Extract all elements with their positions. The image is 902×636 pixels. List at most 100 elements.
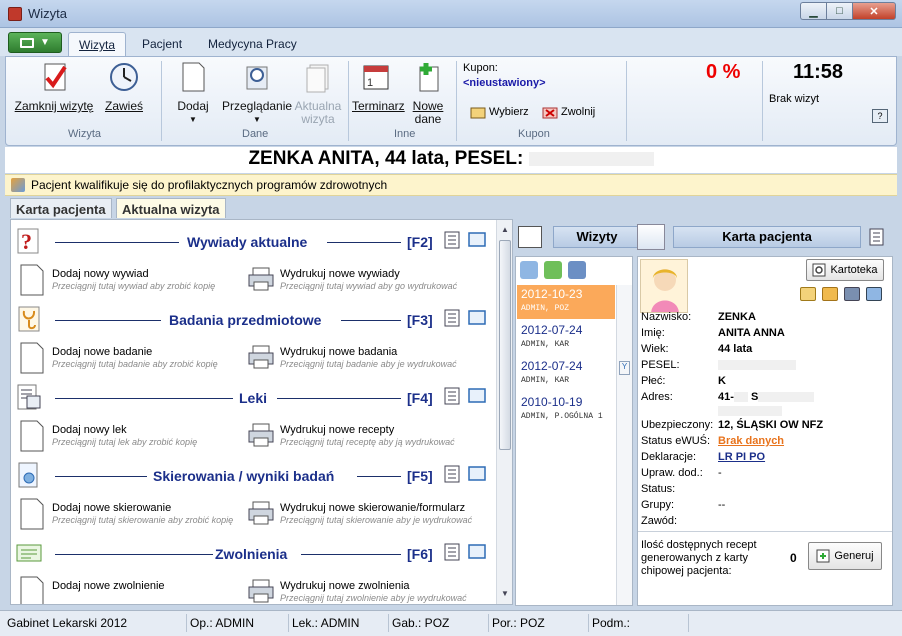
tab-medycyna-pracy[interactable]: Medycyna Pracy	[198, 32, 307, 56]
printer-icon	[248, 579, 274, 603]
users-icon[interactable]	[520, 261, 538, 279]
scroll-down-icon[interactable]: ▼	[497, 586, 512, 602]
window-icon[interactable]	[467, 542, 487, 562]
print-sick-leave[interactable]: Wydrukuj nowe zwolnienia Przeciągnij tut…	[247, 576, 495, 604]
kartoteka-button[interactable]: Kartoteka	[806, 259, 884, 281]
ribbon-tabs: ▼ Wizyta Pacjent Medycyna Pracy	[0, 28, 902, 56]
add-examination[interactable]: Dodaj nowe badanie Przeciągnij tutaj bad…	[19, 342, 239, 376]
browse-button[interactable]: Przeglądanie ▼	[222, 61, 292, 126]
printer-icon	[248, 345, 274, 369]
new-data-button[interactable]: Nowe dane	[408, 61, 448, 126]
coupon-icon	[470, 107, 486, 119]
database-icon[interactable]	[568, 261, 586, 279]
percent-indicator: 0 %	[706, 61, 741, 83]
suspend-visit-button[interactable]: Zawieś	[102, 61, 146, 113]
printer-icon	[248, 501, 274, 525]
status-operator: Op.: ADMIN	[186, 614, 286, 632]
field-upraw: Upraw. dod.:	[641, 467, 703, 479]
tab-karta-pacjenta[interactable]: Karta pacjenta	[10, 198, 112, 218]
document-icon	[20, 576, 44, 604]
list-icon[interactable]	[443, 464, 463, 484]
visits-scrollbar[interactable]: Y	[616, 285, 632, 605]
tab-aktualna-wizyta[interactable]: Aktualna wizyta	[116, 198, 226, 218]
ribbon-separator	[348, 61, 349, 141]
document-icon	[182, 62, 205, 92]
minimize-button[interactable]: ▁	[800, 2, 826, 20]
list-icon[interactable]	[443, 386, 463, 406]
list-icon[interactable]	[443, 308, 463, 328]
card-reader-icon[interactable]	[866, 287, 882, 301]
filter-icon[interactable]: Y	[619, 361, 630, 375]
help-icon[interactable]: ?	[872, 109, 888, 123]
value-deklaracje[interactable]: LR PI PO	[718, 451, 765, 463]
left-scrollbar[interactable]: ▲ ▼	[496, 220, 512, 604]
documents-icon	[306, 64, 329, 93]
print-interview[interactable]: Wydrukuj nowe wywiady Przeciągnij tutaj …	[247, 264, 495, 298]
folder-icon[interactable]	[822, 287, 838, 301]
section-shortcut: [F3]	[407, 312, 433, 328]
tab-wizyta[interactable]: Wizyta	[68, 32, 126, 56]
calendar-button[interactable]: 1 Terminarz	[352, 61, 405, 113]
current-visit-button[interactable]: Aktualna wizyta	[294, 61, 342, 126]
camera-icon[interactable]	[844, 287, 860, 301]
print-examination[interactable]: Wydrukuj nowe badania Przeciągnij tutaj …	[247, 342, 495, 376]
section-title: Wywiady aktualne	[187, 234, 308, 250]
field-grupy: Grupy:	[641, 499, 675, 511]
value-grupy: --	[718, 499, 726, 511]
add-sick-leave[interactable]: Dodaj nowe zwolnienie	[19, 576, 239, 604]
window-icon[interactable]	[467, 386, 487, 406]
value-status-ewus[interactable]: Brak danych	[718, 435, 784, 447]
tab-pacjent[interactable]: Pacjent	[132, 32, 192, 56]
censored-pesel	[528, 151, 654, 166]
menu-icon	[20, 37, 35, 48]
patient-card-icon	[637, 224, 665, 250]
list-icon[interactable]	[443, 542, 463, 562]
add-referral[interactable]: Dodaj nowe skierowanie Przeciągnij tutaj…	[19, 498, 243, 532]
list-icon[interactable]	[443, 230, 463, 250]
scroll-up-icon[interactable]: ▲	[497, 222, 512, 238]
group-label-dane: Dane	[242, 128, 269, 140]
window-icon[interactable]	[467, 464, 487, 484]
print-referral[interactable]: Wydrukuj nowe skierowanie/formularz Prze…	[247, 498, 495, 532]
refresh-icon[interactable]	[544, 261, 562, 279]
window-icon[interactable]	[467, 308, 487, 328]
field-plec: Płeć:	[641, 375, 666, 387]
list-icon[interactable]	[869, 227, 887, 247]
visit-item[interactable]: 2010-10-19 ADMIN, P.OGÓLNA 1	[517, 393, 615, 427]
status-entity: Podm.: ZDROWIE	[588, 614, 686, 636]
print-prescriptions[interactable]: Wydrukuj nowe recepty Przeciągnij tutaj …	[247, 420, 495, 454]
value-ubezpieczony: 12, ŚLĄSKI OW NFZ	[718, 419, 824, 431]
visit-item[interactable]: 2012-10-23 ADMIN, POZ	[517, 285, 615, 319]
visit-item[interactable]: 2012-07-24 ADMIN, KAR	[517, 357, 615, 391]
group-label-wizyta: Wizyta	[68, 128, 101, 140]
choose-coupon-button[interactable]: Wybierz	[470, 105, 529, 119]
generate-button[interactable]: Generuj	[808, 542, 882, 570]
clock-icon	[110, 63, 138, 91]
value-adres: 41- S	[718, 391, 815, 403]
section-title: Skierowania / wyniki badań	[153, 468, 335, 484]
release-coupon-button[interactable]: Zwolnij	[542, 105, 595, 119]
app-menu-button[interactable]: ▼	[8, 32, 62, 53]
visit-item[interactable]: 2012-07-24 ADMIN, KAR	[517, 321, 615, 355]
close-visit-button[interactable]: Zamknij wizytę	[14, 61, 94, 113]
scroll-thumb[interactable]	[499, 240, 511, 450]
section-shortcut: [F5]	[407, 468, 433, 484]
field-wiek: Wiek:	[641, 343, 669, 355]
calendar-icon: 1	[363, 65, 389, 90]
prophylaxis-banner: Pacjent kwalifikuje się do profilaktyczn…	[5, 174, 897, 196]
calendar-icon	[518, 226, 542, 248]
add-interview[interactable]: Dodaj nowy wywiad Przeciągnij tutaj wywi…	[19, 264, 239, 298]
add-button[interactable]: Dodaj ▼	[171, 61, 215, 126]
svg-text:1: 1	[367, 77, 373, 89]
section-shortcut: [F4]	[407, 390, 433, 406]
add-medication[interactable]: Dodaj nowy lek Przeciągnij tutaj lek aby…	[19, 420, 239, 454]
close-button[interactable]: ✕	[852, 2, 896, 20]
field-nazwisko: Nazwisko:	[641, 311, 692, 323]
title-bar: Wizyta ▁ □ ✕	[0, 0, 902, 28]
window-icon[interactable]	[467, 230, 487, 250]
maximize-button[interactable]: □	[826, 2, 852, 20]
status-clinic: Por.: POZ	[488, 614, 586, 632]
section-shortcut: [F6]	[407, 546, 433, 562]
prescription-icon	[17, 384, 41, 410]
clipboard-icon[interactable]	[800, 287, 816, 301]
